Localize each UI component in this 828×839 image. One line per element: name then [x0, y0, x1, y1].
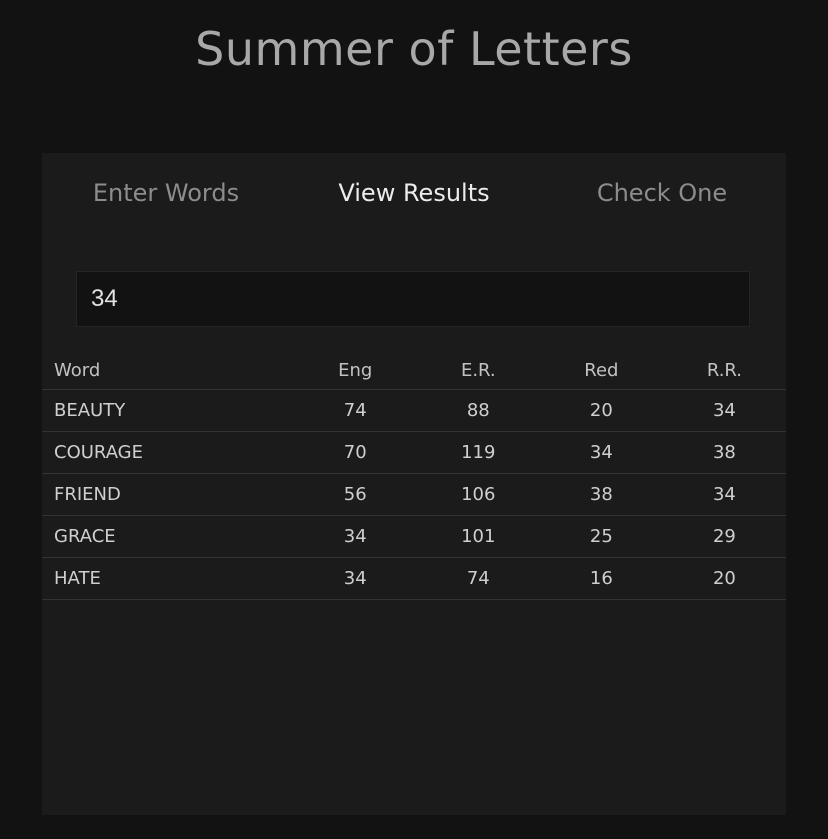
column-header-eng[interactable]: Eng: [293, 351, 417, 390]
filter-input[interactable]: [76, 271, 750, 327]
cell-rr: 29: [662, 515, 786, 558]
cell-eng: 70: [293, 431, 417, 474]
cell-red: 25: [539, 515, 663, 558]
cell-er: 101: [416, 515, 540, 558]
results-table: Word Eng E.R. Red R.R. BEAUTY 74 88 20 3…: [42, 351, 786, 600]
table-row[interactable]: BEAUTY 74 88 20 34: [42, 389, 786, 432]
column-header-red[interactable]: Red: [539, 351, 663, 390]
table-row[interactable]: COURAGE 70 119 34 38: [42, 431, 786, 474]
cell-eng: 34: [293, 515, 417, 558]
cell-rr: 38: [662, 431, 786, 474]
cell-er: 119: [416, 431, 540, 474]
cell-word: HATE: [42, 557, 294, 600]
cell-eng: 56: [293, 473, 417, 516]
tab-check-one[interactable]: Check One: [562, 175, 762, 211]
table-header-row: Word Eng E.R. Red R.R.: [42, 351, 786, 390]
cell-red: 34: [539, 431, 663, 474]
cell-rr: 34: [662, 473, 786, 516]
cell-er: 88: [416, 389, 540, 432]
column-header-word[interactable]: Word: [42, 351, 294, 390]
cell-red: 38: [539, 473, 663, 516]
table-row[interactable]: GRACE 34 101 25 29: [42, 515, 786, 558]
cell-er: 74: [416, 557, 540, 600]
cell-er: 106: [416, 473, 540, 516]
cell-rr: 34: [662, 389, 786, 432]
cell-eng: 34: [293, 557, 417, 600]
tab-view-results[interactable]: View Results: [314, 175, 514, 211]
page: Summer of Letters Enter Words View Resul…: [0, 0, 828, 839]
cell-red: 20: [539, 389, 663, 432]
column-header-er[interactable]: E.R.: [416, 351, 540, 390]
cell-rr: 20: [662, 557, 786, 600]
main-panel: Enter Words View Results Check One Word …: [42, 153, 786, 815]
table-row[interactable]: HATE 34 74 16 20: [42, 557, 786, 600]
tab-bar: Enter Words View Results Check One: [42, 175, 786, 215]
cell-word: FRIEND: [42, 473, 294, 516]
app-title: Summer of Letters: [195, 22, 633, 76]
cell-word: GRACE: [42, 515, 294, 558]
cell-word: COURAGE: [42, 431, 294, 474]
table-row[interactable]: FRIEND 56 106 38 34: [42, 473, 786, 516]
tab-enter-words[interactable]: Enter Words: [66, 175, 266, 211]
cell-eng: 74: [293, 389, 417, 432]
column-header-rr[interactable]: R.R.: [662, 351, 786, 390]
cell-word: BEAUTY: [42, 389, 294, 432]
cell-red: 16: [539, 557, 663, 600]
